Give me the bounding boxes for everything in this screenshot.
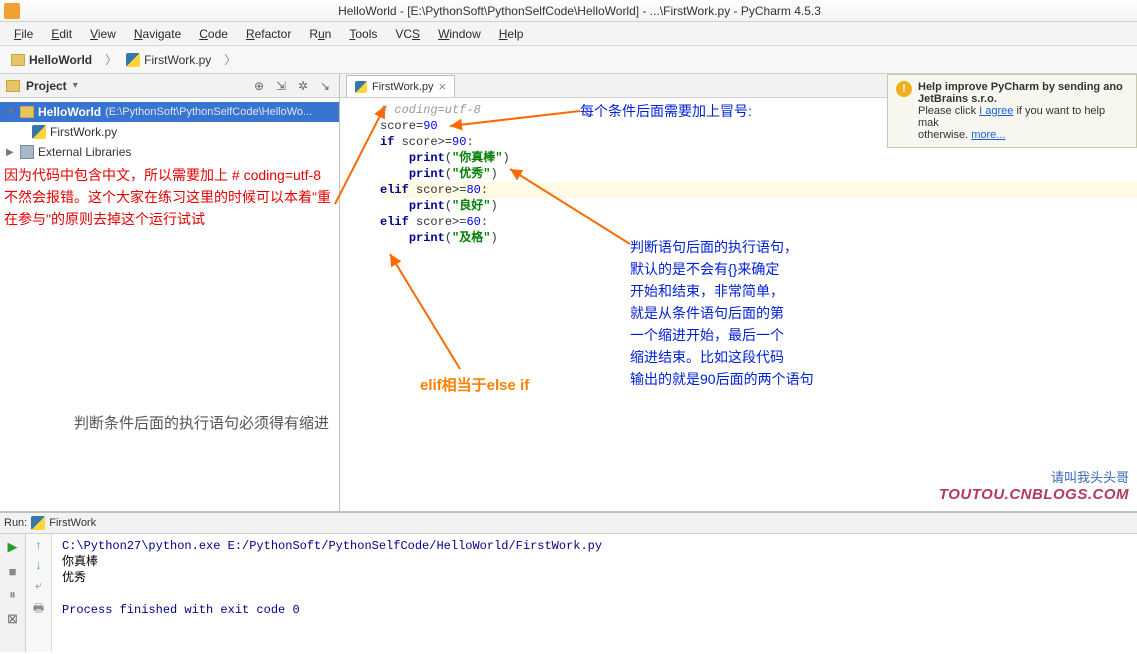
window-title-bar: HelloWorld - [E:\PythonSoft\PythonSelfCo…: [0, 0, 1137, 22]
menu-file[interactable]: File: [6, 24, 41, 44]
print-button[interactable]: 🖶: [33, 599, 44, 620]
rerun-button[interactable]: ▶: [4, 538, 22, 556]
breadcrumb-root[interactable]: HelloWorld: [6, 50, 101, 70]
menu-refactor[interactable]: Refactor: [238, 24, 299, 44]
library-icon: [20, 145, 34, 159]
menu-view[interactable]: View: [82, 24, 124, 44]
menu-window[interactable]: Window: [430, 24, 489, 44]
menu-edit[interactable]: Edit: [43, 24, 80, 44]
project-panel-title: Project: [26, 79, 67, 93]
breadcrumb-bar: HelloWorld 〉 FirstWork.py 〉: [0, 46, 1137, 74]
menu-code[interactable]: Code: [191, 24, 236, 44]
project-panel-header: Project ▾ ⊕ ⇲ ✲ ↘: [0, 74, 339, 98]
notification-body: Please click I agree if you want to help…: [918, 105, 1128, 129]
console-cmd: C:\Python27\python.exe E:/PythonSoft/Pyt…: [62, 538, 1127, 554]
folder-icon: [20, 106, 34, 118]
pause-button[interactable]: ⏸: [4, 586, 22, 604]
editor-area: FirstWork.py × # coding=utf-8score=90if …: [340, 74, 1137, 511]
wrap-button[interactable]: ⤶: [35, 578, 42, 593]
notification-agree-link[interactable]: I agree: [979, 105, 1013, 117]
hide-icon[interactable]: ↘: [317, 78, 333, 94]
down-button[interactable]: ↓: [36, 558, 42, 572]
notification-subtitle: JetBrains s.r.o.: [918, 93, 1128, 105]
tree-external-libs-label: External Libraries: [38, 145, 131, 159]
breadcrumb-file-label: FirstWork.py: [144, 53, 211, 67]
run-label: Run:: [4, 517, 27, 529]
chevron-right-icon: 〉: [224, 51, 236, 68]
tree-root[interactable]: ▼ HelloWorld (E:\PythonSoft\PythonSelfCo…: [0, 102, 339, 122]
tree-file-label: FirstWork.py: [50, 125, 117, 139]
gear-icon[interactable]: ✲: [295, 78, 311, 94]
annotation-orange: elif相当于else if: [420, 374, 529, 395]
annotation-blue-top: 每个条件后面需要加上冒号:: [580, 100, 752, 122]
console-toolbar-right: ↑ ↓ ⤶ 🖶: [26, 534, 52, 652]
breadcrumb-root-label: HelloWorld: [29, 53, 92, 67]
notification-more-link[interactable]: more...: [971, 129, 1005, 141]
breadcrumb-file[interactable]: FirstWork.py: [121, 50, 220, 70]
notification-more: otherwise. more...: [918, 129, 1128, 141]
tree-external-libs[interactable]: ▶ External Libraries: [0, 142, 339, 162]
console-toolbar-left: ▶ ■ ⏸ ⊠: [0, 534, 26, 652]
warning-icon: !: [896, 81, 912, 97]
annotation-red: 因为代码中包含中文，所以需要加上 # coding=utf-8 不然会报错。这个…: [4, 164, 334, 230]
console-panel: ▶ ■ ⏸ ⊠ ↑ ↓ ⤶ 🖶 C:\Python27\python.exe E…: [0, 534, 1137, 652]
python-file-icon: [32, 125, 46, 139]
watermark: 请叫我头头哥 TOUTOU.CNBLOGS.COM: [939, 467, 1129, 503]
notification-title: Help improve PyCharm by sending ano: [918, 81, 1128, 93]
up-button[interactable]: ↑: [36, 538, 42, 552]
project-panel: Project ▾ ⊕ ⇲ ✲ ↘ ▼ HelloWorld (E:\Pytho…: [0, 74, 340, 511]
console-line: 你真棒: [62, 554, 1127, 570]
menu-run[interactable]: Run: [301, 24, 339, 44]
close-icon[interactable]: ×: [439, 79, 447, 94]
menu-tools[interactable]: Tools: [341, 24, 385, 44]
annotation-gray: 判断条件后面的执行语句必须得有缩进: [74, 412, 414, 433]
run-config-name: FirstWork: [49, 517, 96, 529]
notification-banner: ! Help improve PyCharm by sending ano Je…: [887, 74, 1137, 148]
project-tree: ▼ HelloWorld (E:\PythonSoft\PythonSelfCo…: [0, 98, 339, 166]
menu-vcs[interactable]: VCS: [387, 24, 428, 44]
collapse-icon[interactable]: ⇲: [273, 78, 289, 94]
console-line: 优秀: [62, 570, 1127, 586]
menu-bar: File Edit View Navigate Code Refactor Ru…: [0, 22, 1137, 46]
watermark-line2: TOUTOU.CNBLOGS.COM: [939, 486, 1129, 503]
editor-tab[interactable]: FirstWork.py ×: [346, 75, 455, 97]
python-file-icon: [126, 53, 140, 67]
expand-arrow-icon[interactable]: ▶: [6, 147, 16, 158]
stop-button[interactable]: ■: [4, 562, 22, 580]
expand-arrow-icon[interactable]: ▼: [6, 107, 16, 118]
editor-tab-label: FirstWork.py: [372, 81, 434, 93]
menu-navigate[interactable]: Navigate: [126, 24, 189, 44]
menu-help[interactable]: Help: [491, 24, 532, 44]
tree-root-path: (E:\PythonSoft\PythonSelfCode\HelloWo...: [105, 106, 312, 118]
tree-root-name: HelloWorld: [38, 105, 101, 119]
app-icon: [4, 3, 20, 19]
python-file-icon: [31, 516, 45, 530]
window-title: HelloWorld - [E:\PythonSoft\PythonSelfCo…: [26, 4, 1133, 18]
main-area: Project ▾ ⊕ ⇲ ✲ ↘ ▼ HelloWorld (E:\Pytho…: [0, 74, 1137, 512]
console-exit: Process finished with exit code 0: [62, 602, 1127, 618]
annotation-blue-right: 判断语句后面的执行语句， 默认的是不会有{}来确定 开始和结束，非常简单， 就是…: [630, 236, 814, 390]
watermark-line1: 请叫我头头哥: [939, 467, 1129, 486]
run-bar: Run: FirstWork: [0, 512, 1137, 534]
folder-icon: [11, 54, 25, 66]
tree-file[interactable]: FirstWork.py: [0, 122, 339, 142]
close-button[interactable]: ⊠: [4, 610, 22, 628]
autoscroll-icon[interactable]: ⊕: [251, 78, 267, 94]
console-output[interactable]: C:\Python27\python.exe E:/PythonSoft/Pyt…: [52, 534, 1137, 652]
python-file-icon: [355, 81, 367, 93]
chevron-right-icon: 〉: [105, 51, 117, 68]
folder-icon: [6, 80, 20, 92]
